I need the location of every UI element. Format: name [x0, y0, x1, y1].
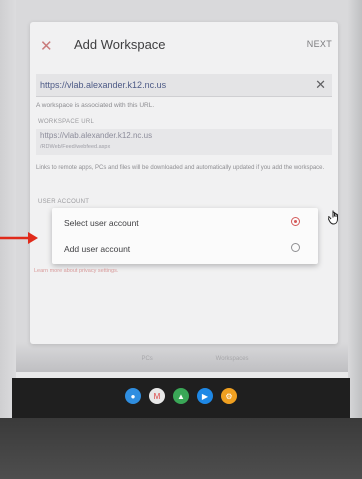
- annotation-arrow-icon: [0, 232, 38, 244]
- dialog-title: Add Workspace: [74, 37, 166, 52]
- device-base: [0, 418, 362, 479]
- gmail-icon[interactable]: M: [149, 388, 165, 404]
- workspace-url-label: WORKSPACE URL: [38, 119, 95, 125]
- next-button[interactable]: NEXT: [307, 39, 332, 49]
- app-launcher-shelf: ● M ▲ ▶ ⚙: [125, 388, 237, 404]
- option-label: Add user account: [64, 244, 131, 254]
- user-account-menu: Select user account Add user account: [52, 208, 318, 264]
- clear-icon[interactable]: ✕: [315, 77, 326, 93]
- url-input-value[interactable]: https://vlab.alexander.k12.nc.us: [40, 80, 166, 90]
- workspace-url-line1: https://vlab.alexander.k12.nc.us: [40, 131, 153, 140]
- device-bezel-right: [348, 0, 362, 479]
- privacy-link[interactable]: Learn more about privacy settings.: [34, 268, 118, 274]
- option-select-user-account[interactable]: Select user account: [52, 209, 318, 236]
- play-icon[interactable]: ▶: [197, 388, 213, 404]
- chrome-icon[interactable]: ●: [125, 388, 141, 404]
- close-icon[interactable]: ✕: [40, 37, 53, 55]
- option-label: Select user account: [64, 218, 139, 228]
- tab-pcs[interactable]: PCs: [141, 356, 152, 376]
- tab-workspaces[interactable]: Workspaces: [216, 356, 249, 376]
- links-note: Links to remote apps, PCs and files will…: [36, 165, 325, 171]
- add-workspace-dialog: ✕ Add Workspace NEXT https://vlab.alexan…: [30, 22, 338, 344]
- hand-cursor-icon: [327, 209, 342, 228]
- radio-unselected[interactable]: [291, 243, 300, 252]
- url-input[interactable]: https://vlab.alexander.k12.nc.us ✕: [36, 74, 332, 97]
- url-helper-text: A workspace is associated with this URL.: [36, 102, 155, 109]
- drive-icon[interactable]: ▲: [173, 388, 189, 404]
- option-add-user-account[interactable]: Add user account: [52, 235, 318, 262]
- dialog-header: ✕ Add Workspace NEXT: [30, 22, 338, 68]
- settings-icon[interactable]: ⚙: [221, 388, 237, 404]
- background-tabs: PCs Workspaces: [110, 356, 280, 376]
- workspace-url-line2: /RDWeb/Feed/webfeed.aspx: [40, 144, 111, 150]
- radio-selected[interactable]: [291, 217, 300, 226]
- user-account-label: USER ACCOUNT: [38, 199, 90, 205]
